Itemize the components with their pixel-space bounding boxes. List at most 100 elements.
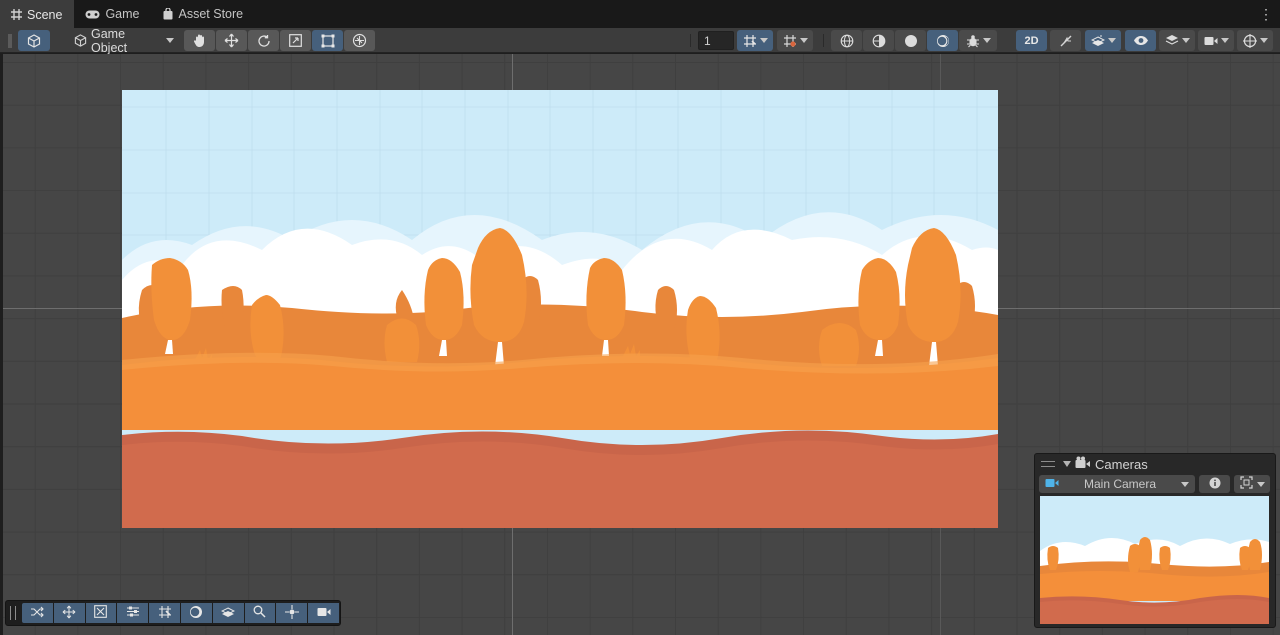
grid-hash-icon <box>783 34 797 48</box>
cameras-overlay-header[interactable]: Cameras <box>1035 454 1275 474</box>
collapse-triangle-icon[interactable] <box>1063 461 1071 467</box>
rect-tool-button[interactable] <box>312 30 343 51</box>
chevron-down-icon <box>759 38 768 43</box>
move-tool-button[interactable] <box>216 30 247 51</box>
camera-frame-dropdown[interactable] <box>1234 475 1270 493</box>
shaded-wire-sphere-icon <box>872 34 886 48</box>
camera-overlay-button[interactable] <box>308 603 339 623</box>
shaded-sphere-icon <box>189 605 203 622</box>
solid-circle-icon <box>904 34 918 48</box>
effects-toggle[interactable] <box>1085 30 1121 51</box>
wireframe-sphere-icon <box>840 34 854 48</box>
gizmos-globe-icon <box>1242 33 1257 48</box>
video-camera-icon <box>1204 36 1218 46</box>
game-object-dropdown[interactable]: Game Object <box>70 27 178 55</box>
lighting-toggle-button[interactable] <box>1050 30 1081 51</box>
cameras-icon <box>1075 456 1091 473</box>
scale-icon <box>289 34 302 47</box>
camera-info-button[interactable] <box>1199 475 1230 493</box>
toolbar-grip[interactable] <box>7 30 12 51</box>
search-icon <box>253 605 266 621</box>
align-tool-button[interactable] <box>117 603 149 623</box>
chevron-down-icon <box>982 38 991 43</box>
overlay-move-tool-button[interactable] <box>53 603 85 623</box>
align-sliders-icon <box>126 605 140 621</box>
pivot-overlay-button[interactable] <box>276 603 308 623</box>
scale-icon <box>94 605 108 621</box>
tab-asset-store-label: Asset Store <box>178 7 244 21</box>
layers-overlay-button[interactable] <box>212 603 244 623</box>
shaded-wireframe-button[interactable] <box>863 30 894 51</box>
eye-icon <box>1133 35 1149 46</box>
camera-icon <box>1045 477 1059 491</box>
unlit-shading-button[interactable] <box>895 30 926 51</box>
grid-visibility-toggle[interactable] <box>777 30 813 51</box>
shuffle-icon <box>30 606 45 621</box>
frame-select-icon <box>1239 476 1253 492</box>
grid-snapping-toggle[interactable] <box>737 30 773 51</box>
scene-toolbar: Game Object 1 2D <box>0 27 1280 55</box>
toggle-2d-button[interactable]: 2D <box>1016 30 1047 51</box>
move-arrows-icon <box>62 605 76 622</box>
overlay-drag-handle[interactable] <box>10 606 16 620</box>
camera-preview-image <box>1040 496 1269 624</box>
video-camera-icon <box>317 606 331 621</box>
chevron-down-icon <box>1256 481 1265 487</box>
toggle-2d-label: 2D <box>1024 34 1039 47</box>
cube-outline-icon <box>74 34 87 47</box>
rotate-tool-button[interactable] <box>248 30 279 51</box>
debug-draw-mode-dropdown[interactable] <box>959 30 997 51</box>
cameras-overlay-panel: Cameras Main Camera <box>1034 453 1276 628</box>
wireframe-shading-button[interactable] <box>831 30 862 51</box>
shaded-mode-button[interactable] <box>927 30 958 51</box>
overlay-scale-tool-button[interactable] <box>85 603 117 623</box>
window-tab-bar: Scene Game Asset Store ⋮ <box>0 0 1280 28</box>
grid-snap-overlay-button[interactable] <box>149 603 180 623</box>
grid-snap-icon <box>743 34 757 48</box>
search-overlay-button[interactable] <box>244 603 276 623</box>
shaded-sphere-icon <box>936 34 950 48</box>
rect-transform-icon <box>321 34 335 48</box>
layers-dropdown[interactable] <box>1159 30 1195 51</box>
selected-camera-label: Main Camera <box>1083 477 1157 491</box>
shading-overlay-button[interactable] <box>180 603 212 623</box>
grid-icon <box>10 9 22 21</box>
tab-asset-store[interactable]: Asset Store <box>152 0 256 28</box>
view-options-button[interactable] <box>18 30 50 51</box>
scene-visibility-toggle[interactable] <box>1125 30 1156 51</box>
scale-tool-button[interactable] <box>280 30 311 51</box>
rotate-icon <box>257 34 271 48</box>
chevron-down-icon <box>1259 38 1268 43</box>
transform-tool-button[interactable] <box>344 30 375 51</box>
more-options-icon[interactable]: ⋮ <box>1252 0 1280 28</box>
tab-game[interactable]: Game <box>74 0 151 28</box>
grid-snap-icon <box>158 605 172 622</box>
tab-scene[interactable]: Scene <box>0 0 75 28</box>
camera-select-dropdown[interactable]: Main Camera <box>1039 475 1195 493</box>
camera-settings-dropdown[interactable] <box>1198 30 1234 51</box>
pivot-icon <box>284 604 299 622</box>
chevron-down-icon <box>1107 38 1116 43</box>
info-icon <box>1209 477 1221 492</box>
chevron-down-icon <box>1181 481 1189 487</box>
scene-background-sprite[interactable] <box>122 90 998 528</box>
gamepad-icon <box>84 8 100 20</box>
cube-icon <box>27 33 41 48</box>
move-arrows-icon <box>224 33 239 48</box>
tab-game-label: Game <box>105 7 140 21</box>
shopping-bag-icon <box>162 8 174 20</box>
shuffle-tool-button[interactable] <box>21 603 53 623</box>
light-off-icon <box>1059 34 1073 48</box>
bug-icon <box>966 34 980 48</box>
toolbar-separator <box>690 34 691 47</box>
gizmos-dropdown[interactable] <box>1237 30 1273 51</box>
game-object-label: Game Object <box>91 26 128 55</box>
autumn-landscape-image <box>122 90 998 528</box>
hand-icon <box>193 33 207 48</box>
overlay-drag-handle[interactable] <box>1041 461 1055 467</box>
grid-snap-increment-field[interactable] <box>698 31 734 50</box>
layers-icon <box>1165 34 1179 47</box>
toolbar-separator <box>823 34 824 47</box>
hand-tool-button[interactable] <box>184 30 215 51</box>
effects-layers-icon <box>1090 34 1105 48</box>
